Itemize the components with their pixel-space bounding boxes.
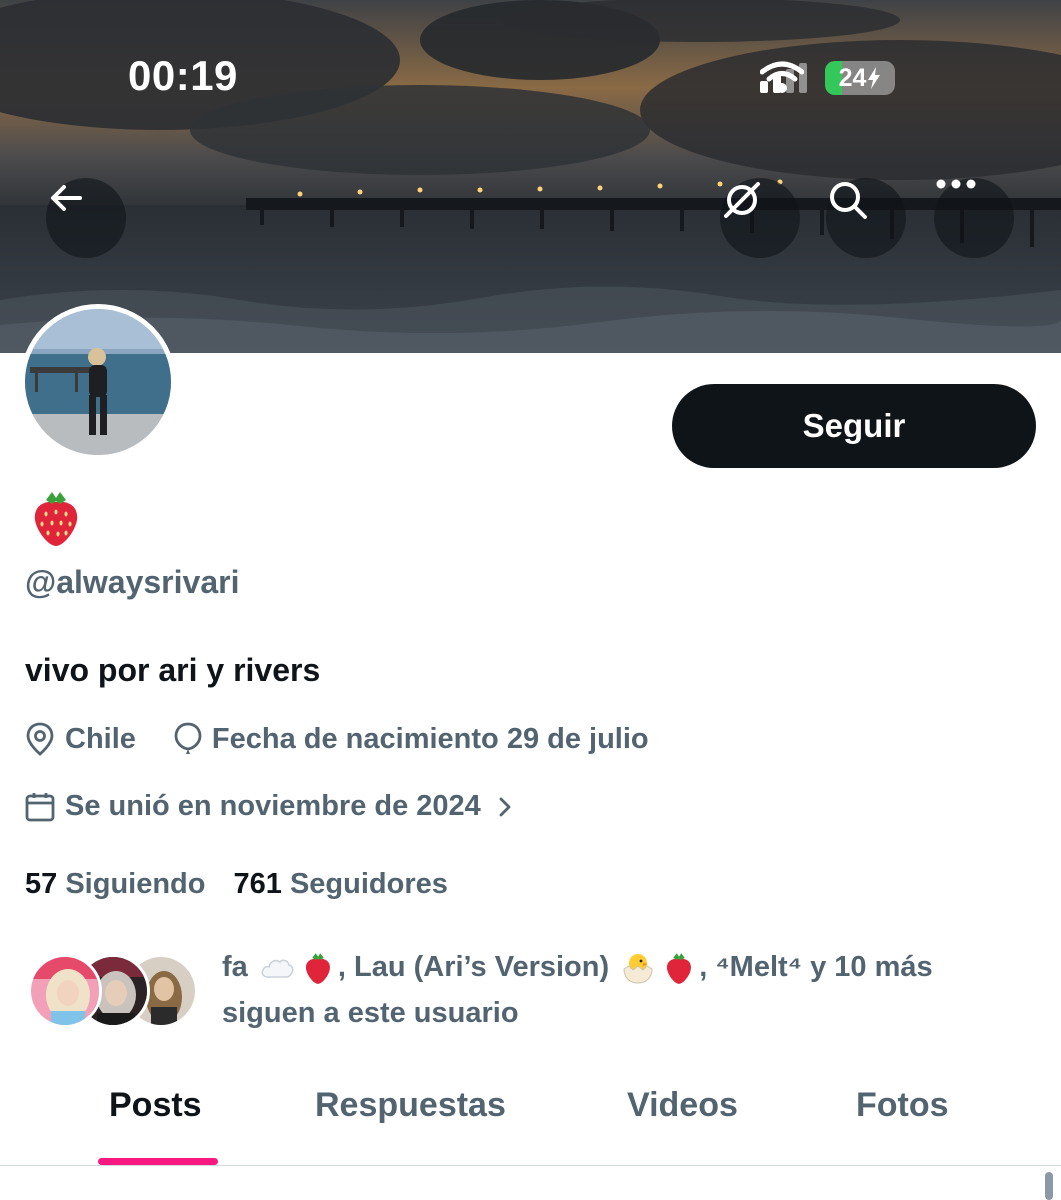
battery-percent: 24 (838, 63, 867, 92)
known-follower-name: fa (222, 951, 248, 983)
followers-link[interactable]: 761 Seguidores (234, 868, 448, 901)
battery-icon: 24 (825, 61, 895, 95)
following-label: Siguiendo (65, 868, 206, 900)
known-followers-text[interactable]: fa , Lau (Ari’s Version) , ⁴Melt⁴ y 10 m… (222, 944, 1022, 1036)
profile-avatar[interactable] (20, 304, 176, 460)
search-icon (830, 182, 867, 219)
avatar-image (25, 309, 171, 455)
followers-label: Seguidores (289, 868, 448, 900)
known-followers-avatars[interactable] (28, 954, 198, 1030)
profile-bio: vivo por ari y rivers (25, 652, 321, 688)
following-link[interactable]: 57 Siguiendo (25, 868, 206, 901)
tabs-divider (0, 1165, 1061, 1166)
charging-bolt-icon (868, 67, 881, 89)
cloud-icon (261, 959, 294, 979)
tab-fotos[interactable]: Fotos (856, 1080, 949, 1166)
joined-row[interactable]: Se unió en noviembre de 2024 (25, 790, 513, 823)
location-text: Chile (65, 722, 136, 755)
location-pin-icon (26, 722, 54, 756)
location-item: Chile (25, 722, 136, 756)
joined-text: Se unió en noviembre de 2024 (65, 790, 481, 822)
known-followers-suffix: siguen a este usuario (222, 997, 519, 1029)
birthday-item: Fecha de nacimiento 29 de julio (174, 722, 649, 756)
header-banner[interactable]: 00:19 24 (0, 0, 1061, 353)
following-count: 57 (25, 868, 58, 900)
known-follower-name: , Lau (Ari’s Version) (337, 951, 610, 983)
grok-button[interactable] (720, 178, 800, 258)
profile-meta-row: Chile Fecha de nacimiento 29 de julio (25, 722, 649, 756)
status-time: 00:19 (128, 52, 238, 99)
back-button[interactable] (46, 178, 126, 258)
scrollbar[interactable] (1045, 1172, 1053, 1200)
hatching-chick-icon (623, 954, 653, 984)
strawberry-icon (34, 492, 78, 546)
active-tab-indicator (98, 1158, 218, 1165)
more-button[interactable] (934, 178, 1014, 258)
wifi-icon (760, 61, 804, 93)
strawberry-icon (667, 953, 692, 985)
follow-counts: 57 Siguiendo 761 Seguidores (25, 868, 448, 901)
tab-respuestas[interactable]: Respuestas (315, 1080, 506, 1166)
joined-item[interactable]: Se unió en noviembre de 2024 (25, 790, 513, 823)
grok-icon (724, 182, 760, 218)
profile-tabs: Posts Respuestas Videos Fotos (0, 1080, 1061, 1166)
search-button[interactable] (826, 178, 906, 258)
chevron-right-icon (499, 797, 511, 816)
status-icons: 24 (760, 60, 895, 96)
followers-count: 761 (233, 868, 282, 900)
follow-button[interactable]: Seguir (672, 384, 1036, 468)
profile-handle: @alwaysrivari (25, 564, 240, 600)
follower-avatar (28, 954, 102, 1028)
known-follower-name: , ⁴Melt⁴ y 10 más (699, 951, 933, 983)
tab-posts[interactable]: Posts (109, 1080, 202, 1166)
back-arrow-icon (51, 185, 82, 211)
more-icon (936, 179, 976, 189)
balloon-icon (174, 722, 202, 754)
calendar-icon (25, 792, 55, 821)
strawberry-icon (305, 953, 330, 985)
birthday-text: Fecha de nacimiento 29 de julio (211, 722, 649, 755)
tab-videos[interactable]: Videos (627, 1080, 738, 1166)
